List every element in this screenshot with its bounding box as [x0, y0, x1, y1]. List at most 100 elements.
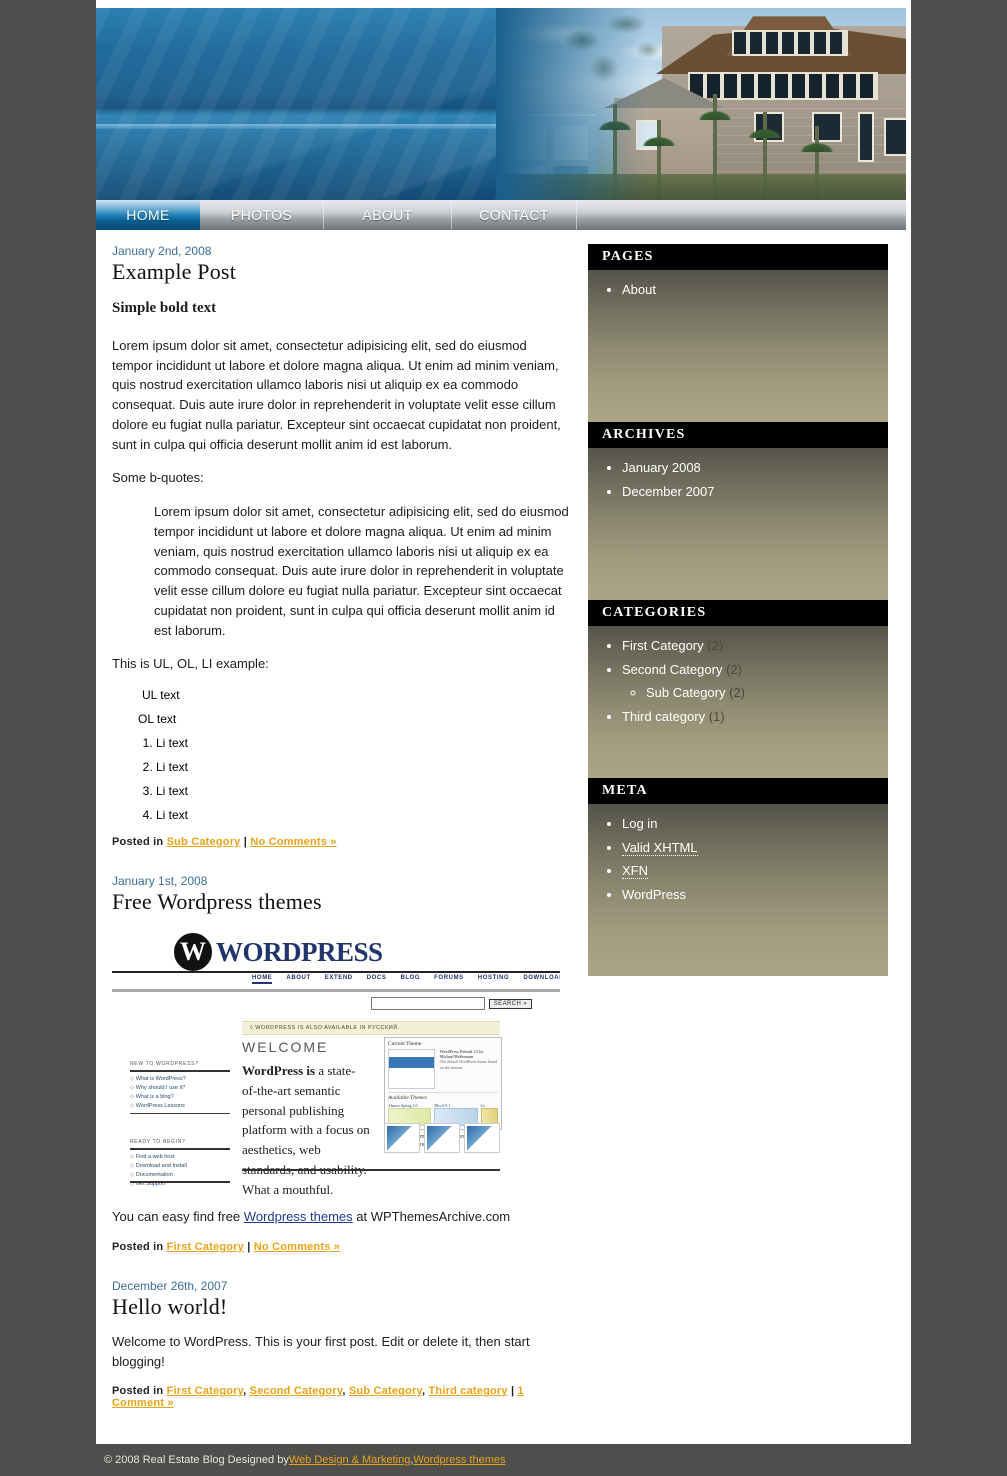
widget-categories: Categories First Category (2) Second Cat…	[588, 600, 888, 778]
list-item: What is a blog?	[130, 1094, 230, 1100]
wp-paragraph: WordPress is a state-of-the-art semantic…	[242, 1061, 370, 1197]
sidebar-item-sub-category[interactable]: Sub Category (2)	[646, 683, 888, 703]
wp-search-button: SEARCH »	[488, 998, 532, 1009]
sidebar-link[interactable]: First Category	[622, 638, 704, 653]
footer-link-wordpress-themes[interactable]: Wordpress themes	[413, 1454, 505, 1466]
wp-theme-description: WordPress Default 1.5 by Michael Heilema…	[438, 1049, 498, 1089]
sidebar-link[interactable]: About	[622, 282, 656, 297]
category-count: (2)	[729, 685, 746, 700]
post-title[interactable]: Hello world!	[112, 1294, 570, 1320]
wp-col1-list: What is WordPress? Why should I use it? …	[130, 1076, 230, 1109]
nav-item-about[interactable]: ABOUT	[324, 200, 452, 230]
sidebar-item-valid-xhtml[interactable]: Valid XHTML	[622, 838, 888, 858]
wp-thumb	[424, 1123, 460, 1154]
category-count: (2)	[726, 661, 742, 677]
post-bold-lead: Simple bold text	[112, 300, 217, 316]
sidebar-link[interactable]: WordPress	[622, 887, 686, 902]
sidebar-link[interactable]: Third category	[622, 709, 705, 724]
widget-title-meta: Meta	[588, 778, 888, 804]
post-caption: You can easy find free Wordpress themes …	[112, 1207, 570, 1227]
comma: ,	[243, 1385, 247, 1398]
categories-list: First Category (2) Second Category (2) S…	[588, 636, 888, 726]
post-title[interactable]: Free Wordpress themes	[112, 889, 570, 915]
sidebar-link[interactable]: Second Category	[622, 662, 722, 677]
list-item: Li text	[156, 760, 570, 774]
sidebar-link[interactable]: January 2008	[622, 460, 701, 475]
post-meta-separator: |	[510, 1385, 515, 1398]
wp-nav-home: HOME	[252, 975, 273, 985]
post-meta-prefix: Posted in	[112, 1240, 164, 1253]
list-item: Find a web host	[130, 1154, 230, 1160]
wp-theme-thumbnail	[388, 1049, 435, 1090]
nav-item-photos[interactable]: PHOTOS	[200, 200, 324, 230]
sidebar-item-january-2008[interactable]: January 2008	[622, 458, 888, 478]
wordpress-logo: W WORDPRESS	[174, 933, 383, 972]
wordpress-header-rule	[112, 971, 560, 974]
post-meta-prefix: Posted in	[112, 1385, 164, 1398]
post-hello-world: December 26th, 2007 Hello world! Welcome…	[112, 1279, 570, 1410]
wp-bottom-rule-left	[130, 1181, 230, 1183]
post-category-link[interactable]: Second Category	[250, 1385, 343, 1397]
wp-theme-name: WordPress Default 1.5 by Michael Heilema…	[439, 1049, 484, 1060]
post-ol-label: OL text	[138, 712, 177, 727]
wp-nav-blog: BLOG	[400, 975, 421, 982]
sidebar-item-about[interactable]: About	[622, 280, 888, 300]
wp-col-rule	[130, 1112, 230, 1115]
sidebar-link[interactable]: XFN	[622, 863, 648, 879]
widget-title-categories: Categories	[588, 600, 888, 626]
post-quote-intro: Some b-quotes:	[112, 470, 204, 486]
list-item: Documentation	[130, 1172, 230, 1178]
content-area: January 2nd, 2008 Example Post Simple bo…	[96, 230, 906, 1435]
wp-nav-extend: EXTEND	[324, 975, 353, 982]
wordpress-intro-text: WordPress is a state-of-the-art semantic…	[242, 1061, 370, 1197]
subcategories-list: Sub Category (2)	[622, 683, 888, 703]
house-dormer-windows	[732, 30, 848, 56]
wp-thumb	[464, 1123, 500, 1154]
wp-bottom-rule	[242, 1169, 500, 1171]
sidebar-item-first-category[interactable]: First Category (2)	[622, 636, 888, 656]
wp-col1-title: NEW TO WORDPRESS?	[130, 1061, 199, 1068]
nav-item-home[interactable]: HOME	[96, 200, 200, 230]
palm-fronds	[742, 112, 788, 138]
post-comments-link[interactable]: No Comments »	[250, 836, 336, 848]
post-category-link[interactable]: First Category	[167, 1241, 244, 1253]
post-blockquote: Lorem ipsum dolor sit amet, consectetur …	[154, 504, 569, 638]
post-comments-link[interactable]: No Comments »	[254, 1241, 340, 1253]
post-example-post: January 2nd, 2008 Example Post Simple bo…	[112, 244, 570, 848]
sidebar-link[interactable]: Valid XHTML	[622, 839, 698, 856]
sidebar-item-second-category[interactable]: Second Category (2) Sub Category (2)	[622, 660, 888, 703]
list-item: Why should I use it?	[130, 1085, 230, 1091]
sidebar-item-login[interactable]: Log in	[622, 814, 888, 834]
post-category-link[interactable]: First Category	[167, 1385, 244, 1397]
post-category-link[interactable]: Third category	[429, 1385, 508, 1397]
wp-thumb	[384, 1123, 420, 1154]
post-title[interactable]: Example Post	[112, 259, 570, 285]
post-free-wordpress-themes: January 1st, 2008 Free Wordpress themes …	[112, 874, 570, 1253]
archives-list: January 2008 December 2007	[588, 458, 888, 501]
nav-item-contact[interactable]: CONTACT	[452, 200, 577, 230]
header-house-photo	[496, 8, 906, 200]
post-meta-separator: |	[243, 836, 248, 849]
sidebar-link[interactable]: Sub Category	[646, 685, 726, 700]
wordpress-themes-link[interactable]: Wordpress themes	[244, 1209, 353, 1224]
sidebar-link[interactable]: December 2007	[622, 484, 715, 499]
footer-link-web-design[interactable]: Web Design & Marketing	[289, 1454, 410, 1466]
widget-body-categories: First Category (2) Second Category (2) S…	[588, 626, 888, 778]
wp-nav-about: ABOUT	[286, 975, 311, 982]
sidebar-item-wordpress[interactable]: WordPress	[622, 885, 888, 905]
wordpress-new-to-column: NEW TO WORDPRESS? What is WordPress? Why…	[130, 1061, 230, 1115]
wp-col2-title: READY TO BEGIN?	[130, 1139, 186, 1146]
sidebar-item-december-2007[interactable]: December 2007	[622, 482, 888, 502]
wordpress-w-icon: W	[174, 933, 212, 972]
post-paragraph: Welcome to WordPress. This is your first…	[112, 1333, 530, 1369]
site-container: HOME PHOTOS ABOUT CONTACT January 2nd, 2…	[96, 0, 911, 1476]
pages-list: About	[588, 280, 888, 300]
sidebar-item-third-category[interactable]: Third category (1)	[622, 707, 888, 727]
wp-nav-hosting: HOSTING	[477, 975, 510, 982]
house-window	[884, 118, 906, 156]
sidebar-item-xfn[interactable]: XFN	[622, 861, 888, 881]
post-category-link[interactable]: Sub Category	[349, 1385, 422, 1397]
sidebar-link[interactable]: Log in	[622, 816, 657, 831]
post-category-link[interactable]: Sub Category	[167, 836, 241, 848]
wp-col-rule	[130, 1148, 230, 1150]
